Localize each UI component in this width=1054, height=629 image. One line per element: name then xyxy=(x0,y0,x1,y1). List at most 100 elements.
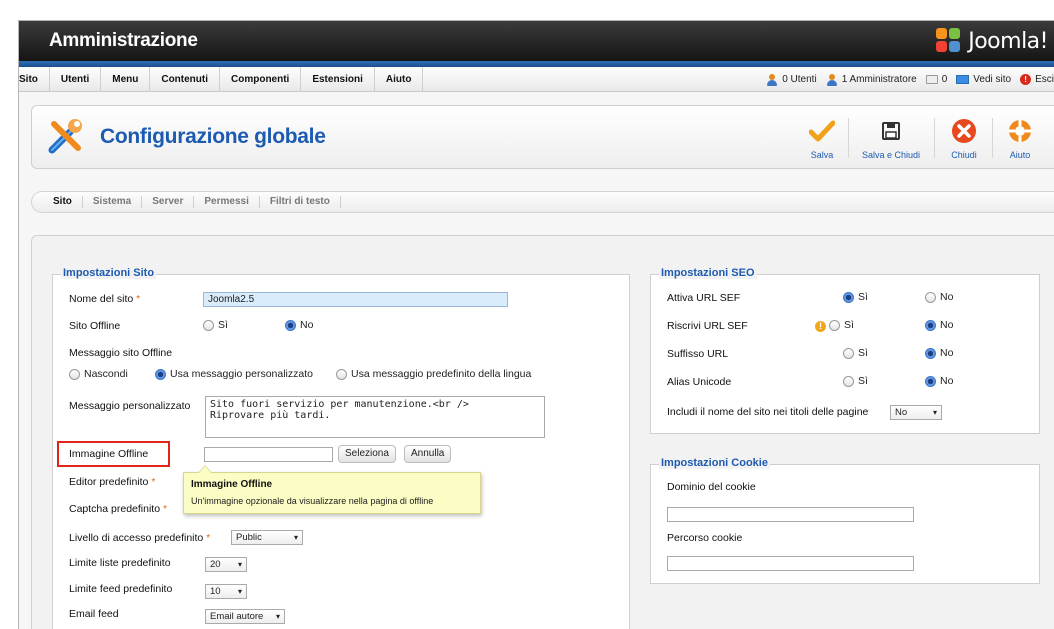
save-button[interactable]: Salva xyxy=(800,112,844,164)
status-admins-label: 1 Amministratore xyxy=(841,74,917,85)
email-feed-select[interactable]: Email autore ▾ xyxy=(205,609,285,624)
radio-unchecked-icon xyxy=(336,368,347,380)
status-messages[interactable]: 0 xyxy=(925,74,948,85)
message-default-radio[interactable]: Usa messaggio predefinito della lingua xyxy=(336,368,531,380)
cookie-settings-fieldset: Impostazioni Cookie Dominio del cookie P… xyxy=(650,457,1040,584)
offline-message-label: Messaggio sito Offline xyxy=(69,347,173,359)
help-icon xyxy=(1000,116,1040,146)
url-rewrite-yes-radio[interactable]: Sì xyxy=(829,319,854,331)
view-site-label: Vedi sito xyxy=(973,74,1012,85)
save-label: Salva xyxy=(810,150,834,160)
radio-checked-icon xyxy=(925,375,936,387)
help-label: Aiuto xyxy=(1009,150,1031,160)
url-rewrite-no-radio[interactable]: No xyxy=(925,319,953,331)
floppy-icon xyxy=(854,116,928,146)
joomla-logo-text: Joomla! xyxy=(968,28,1048,54)
url-suffix-label: Suffisso URL xyxy=(667,348,729,360)
toolbar-separator xyxy=(848,118,849,158)
feed-limit-select[interactable]: 10 ▾ xyxy=(205,584,247,599)
config-content: Impostazioni Sito Nome del sito * Joomla… xyxy=(31,235,1054,629)
default-access-label: Livello di accesso predefinito * xyxy=(69,532,211,544)
logout-icon: ! xyxy=(1020,74,1032,85)
tab-sito[interactable]: Sito xyxy=(43,196,83,208)
site-name-in-titles-select[interactable]: No ▾ xyxy=(890,405,942,420)
logout-label: Esci xyxy=(1035,74,1054,85)
menu-item-aiuto[interactable]: Aiuto xyxy=(375,67,424,92)
message-icon xyxy=(925,75,938,84)
radio-unchecked-icon xyxy=(69,368,80,380)
radio-checked-icon xyxy=(155,368,166,380)
default-captcha-label: Captcha predefinito * xyxy=(69,503,168,515)
toolbar-separator xyxy=(992,118,993,158)
status-admins[interactable]: 1 Amministratore xyxy=(826,73,917,86)
help-button[interactable]: Aiuto xyxy=(1000,112,1040,164)
sef-urls-label: Attiva URL SEF xyxy=(667,292,741,304)
cookie-domain-input[interactable] xyxy=(667,507,914,522)
clear-image-button[interactable]: Annulla xyxy=(404,445,452,463)
joomla-logo-icon xyxy=(936,28,962,54)
tab-permessi[interactable]: Permessi xyxy=(194,196,260,208)
admin-title: Amministrazione xyxy=(49,30,198,51)
dropdown-arrow-icon: ▾ xyxy=(932,408,937,417)
offline-yes-radio[interactable]: Sì xyxy=(203,319,228,331)
unicode-aliases-yes-radio[interactable]: Sì xyxy=(843,375,868,387)
warning-icon[interactable]: ! xyxy=(815,321,826,332)
sef-urls-yes-radio[interactable]: Sì xyxy=(843,291,868,303)
tab-sistema[interactable]: Sistema xyxy=(83,196,143,208)
toolbar-separator xyxy=(934,118,935,158)
radio-unchecked-icon xyxy=(843,347,854,359)
menu-item-sito[interactable]: Sito xyxy=(19,67,50,92)
dropdown-arrow-icon: ▾ xyxy=(275,612,280,621)
view-site-link[interactable]: Vedi sito xyxy=(956,74,1011,85)
logout-link[interactable]: ! Esci xyxy=(1020,74,1054,85)
main-menu: Sito Utenti Menu Contenuti Componenti Es… xyxy=(19,67,424,92)
default-access-select[interactable]: Public ▾ xyxy=(231,530,303,545)
cookie-path-input[interactable] xyxy=(667,556,914,571)
offline-image-input[interactable] xyxy=(204,447,333,462)
custom-message-label: Messaggio personalizzato xyxy=(69,400,191,412)
close-button[interactable]: Chiudi xyxy=(942,112,986,164)
offline-image-tooltip: Immagine Offline Un'immagine opzionale d… xyxy=(183,465,481,514)
dropdown-arrow-icon: ▾ xyxy=(237,560,242,569)
radio-checked-icon xyxy=(925,347,936,359)
config-tabs: Sito Sistema Server Permessi Filtri di t… xyxy=(31,191,1054,213)
users-icon xyxy=(766,73,778,86)
sef-urls-no-radio[interactable]: No xyxy=(925,291,953,303)
menu-item-estensioni[interactable]: Estensioni xyxy=(301,67,375,92)
message-hide-radio[interactable]: Nascondi xyxy=(69,368,128,380)
cookie-path-label: Percorso cookie xyxy=(667,532,743,544)
monitor-icon xyxy=(956,75,970,84)
page-title: Configurazione globale xyxy=(100,125,326,148)
menu-item-utenti[interactable]: Utenti xyxy=(50,67,102,92)
save-close-button[interactable]: Salva e Chiudi xyxy=(854,112,928,164)
url-suffix-no-radio[interactable]: No xyxy=(925,347,953,359)
tab-server[interactable]: Server xyxy=(142,196,195,208)
menu-item-contenuti[interactable]: Contenuti xyxy=(150,67,220,92)
list-limit-select[interactable]: 20 ▾ xyxy=(205,557,247,572)
status-users[interactable]: 0 Utenti xyxy=(766,73,817,86)
tab-filtri-di-testo[interactable]: Filtri di testo xyxy=(260,196,341,208)
site-name-input[interactable]: Joomla2.5 xyxy=(203,292,508,307)
offline-no-radio[interactable]: No xyxy=(285,319,313,331)
joomla-logo[interactable]: Joomla! xyxy=(936,27,1048,55)
site-settings-legend: Impostazioni Sito xyxy=(61,267,157,279)
seo-settings-fieldset: Impostazioni SEO Attiva URL SEF Sì No Ri… xyxy=(650,267,1040,434)
save-check-icon xyxy=(800,116,844,146)
custom-message-textarea[interactable]: Sito fuori servizio per manutenzione.<br… xyxy=(205,396,545,438)
radio-checked-icon xyxy=(285,319,296,331)
status-bar: 0 Utenti 1 Amministratore 0 Vedi sito ! … xyxy=(766,67,1054,92)
message-custom-radio[interactable]: Usa messaggio personalizzato xyxy=(155,368,313,380)
status-messages-count: 0 xyxy=(941,74,948,85)
url-suffix-yes-radio[interactable]: Sì xyxy=(843,347,868,359)
offline-image-label: Immagine Offline xyxy=(69,448,149,460)
cookie-domain-label: Dominio del cookie xyxy=(667,481,756,493)
browser-window: Amministrazione Joomla! Sito Utenti Menu… xyxy=(18,20,1054,629)
radio-unchecked-icon xyxy=(829,319,840,331)
menu-item-componenti[interactable]: Componenti xyxy=(220,67,302,92)
dropdown-arrow-icon: ▾ xyxy=(237,587,242,596)
menu-item-menu[interactable]: Menu xyxy=(101,67,151,92)
feed-limit-label: Limite feed predefinito xyxy=(69,583,173,595)
select-image-button[interactable]: Seleziona xyxy=(338,445,396,463)
radio-unchecked-icon xyxy=(843,375,854,387)
unicode-aliases-no-radio[interactable]: No xyxy=(925,375,953,387)
